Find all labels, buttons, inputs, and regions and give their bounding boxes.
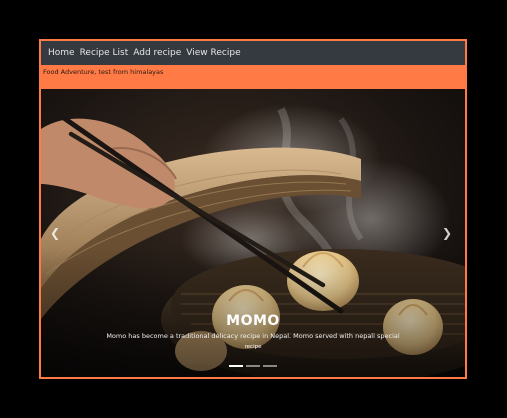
chevron-right-icon: ❯	[441, 226, 453, 240]
nav-view-recipe-link[interactable]: View Recipe	[186, 48, 240, 58]
tagline-text: Food Adventure, test from himalayas	[43, 68, 164, 76]
app-frame: Home Recipe List Add recipe View Recipe …	[39, 39, 467, 379]
slide-title: MOMO	[226, 313, 280, 329]
carousel-prev-button[interactable]: ❮	[45, 223, 65, 243]
slide-recipe-link[interactable]: recipe	[41, 344, 465, 350]
nav-add-recipe-link[interactable]: Add recipe	[133, 48, 181, 58]
carousel-indicator-1[interactable]	[229, 365, 243, 367]
top-navbar: Home Recipe List Add recipe View Recipe	[41, 41, 465, 65]
carousel-indicator-2[interactable]	[246, 365, 260, 367]
slide-description: Momo has become a traditional delicacy r…	[106, 332, 400, 340]
nav-home-link[interactable]: Home	[48, 48, 75, 58]
tagline-bar: Food Adventure, test from himalayas	[41, 65, 465, 89]
chevron-left-icon: ❮	[49, 226, 61, 240]
carousel-next-button[interactable]: ❯	[437, 223, 457, 243]
carousel-indicator-3[interactable]	[263, 365, 277, 367]
nav-recipe-list-link[interactable]: Recipe List	[80, 48, 129, 58]
carousel-indicators	[41, 365, 465, 367]
image-carousel[interactable]: ❮ ❯ MOMO Momo has become a traditional d…	[41, 89, 465, 377]
